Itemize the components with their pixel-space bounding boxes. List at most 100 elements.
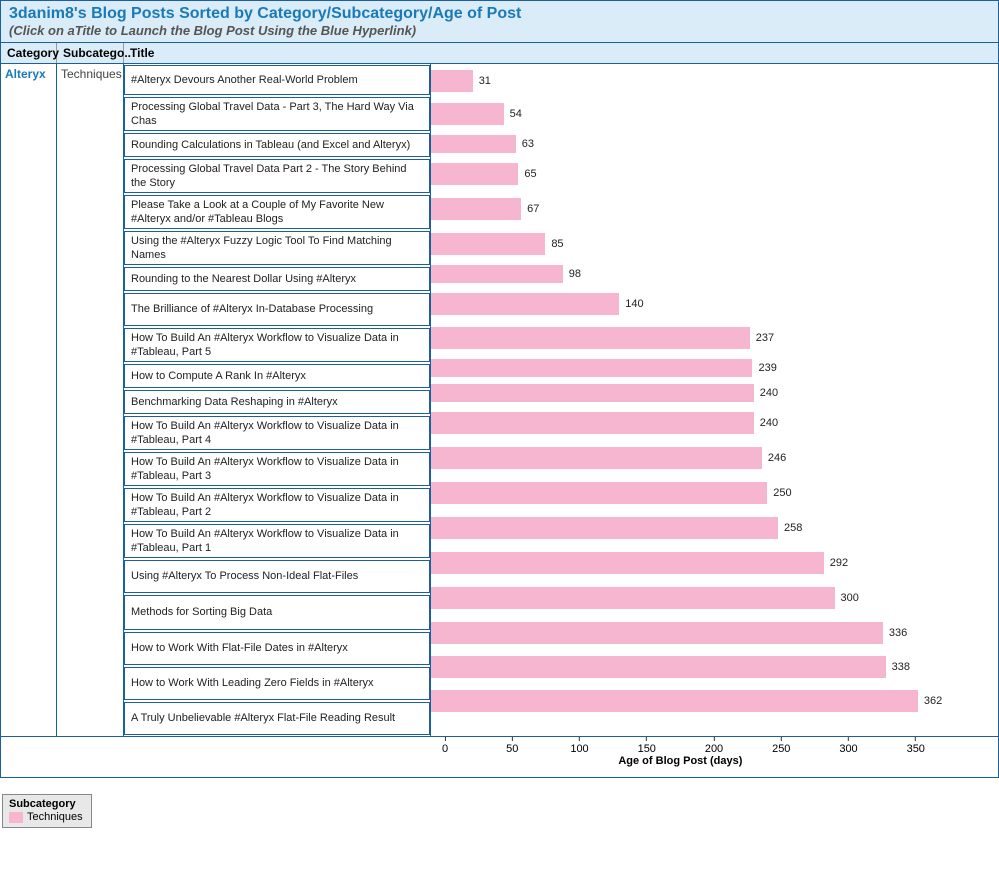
- legend-title: Subcategory: [9, 798, 83, 810]
- bar[interactable]: [431, 384, 754, 402]
- bar[interactable]: [431, 622, 883, 644]
- title-link[interactable]: Please Take a Look at a Couple of My Fav…: [124, 195, 430, 229]
- bar-value-label: 362: [924, 695, 942, 707]
- title-link[interactable]: How to Work With Flat-File Dates in #Alt…: [124, 632, 430, 665]
- title-link[interactable]: Methods for Sorting Big Data: [124, 595, 430, 630]
- bar-value-label: 67: [527, 203, 539, 215]
- title-link[interactable]: How To Build An #Alteryx Workflow to Vis…: [124, 524, 430, 558]
- bar-value-label: 63: [522, 138, 534, 150]
- bar[interactable]: [431, 447, 762, 469]
- bar-row: 240: [431, 381, 998, 405]
- category-cell[interactable]: Alteryx: [1, 64, 57, 736]
- bar-row: 338: [431, 650, 998, 683]
- x-axis-label: Age of Blog Post (days): [580, 755, 780, 767]
- page-title: 3danim8's Blog Posts Sorted by Category/…: [9, 5, 990, 23]
- bar[interactable]: [431, 265, 563, 283]
- bar[interactable]: [431, 233, 545, 255]
- bar-value-label: 237: [756, 332, 774, 344]
- col-header-subcategory[interactable]: Subcatego..: [57, 43, 124, 63]
- bar-value-label: 338: [892, 661, 910, 673]
- bar-row: 31: [431, 66, 998, 96]
- legend-item[interactable]: Techniques: [9, 811, 83, 823]
- bar-value-label: 250: [773, 487, 791, 499]
- bar-value-label: 246: [768, 452, 786, 464]
- title-link[interactable]: How To Build An #Alteryx Workflow to Vis…: [124, 452, 430, 486]
- title-link[interactable]: How To Build An #Alteryx Workflow to Vis…: [124, 416, 430, 450]
- bar-value-label: 239: [758, 362, 776, 374]
- bar[interactable]: [431, 656, 886, 678]
- bar[interactable]: [431, 103, 504, 125]
- title-link[interactable]: Processing Global Travel Data - Part 3, …: [124, 97, 430, 131]
- bar-value-label: 98: [569, 268, 581, 280]
- bar-row: 237: [431, 321, 998, 355]
- bar-value-label: 258: [784, 522, 802, 534]
- bar-value-label: 240: [760, 387, 778, 399]
- bar[interactable]: [431, 552, 824, 574]
- title-link[interactable]: Benchmarking Data Reshaping in #Alteryx: [124, 390, 430, 414]
- title-link[interactable]: The Brilliance of #Alteryx In-Database P…: [124, 293, 430, 326]
- bar[interactable]: [431, 587, 835, 609]
- bar[interactable]: [431, 135, 516, 153]
- bar-row: 246: [431, 441, 998, 475]
- bar-row: 300: [431, 580, 998, 615]
- bar[interactable]: [431, 690, 918, 712]
- bar-row: 140: [431, 287, 998, 320]
- axis-tick: 350: [907, 737, 925, 755]
- bar[interactable]: [431, 163, 518, 185]
- title-link[interactable]: How To Build An #Alteryx Workflow to Vis…: [124, 328, 430, 362]
- bar-value-label: 240: [760, 417, 778, 429]
- legend-box: Subcategory Techniques: [2, 794, 92, 828]
- bar-value-label: 31: [479, 75, 491, 87]
- bar-value-label: 65: [524, 168, 536, 180]
- bar[interactable]: [431, 482, 767, 504]
- chart-plot-area: 31 54 63 65 67 85 98 140 237 239 240 240 246 250 258 29…: [431, 65, 998, 736]
- subcategory-cell[interactable]: Techniques: [57, 64, 124, 736]
- title-link[interactable]: How To Build An #Alteryx Workflow to Vis…: [124, 488, 430, 522]
- column-headers: Category Subcatego.. Title: [1, 43, 998, 64]
- bar[interactable]: [431, 412, 754, 434]
- bar[interactable]: [431, 198, 521, 220]
- bar-value-label: 292: [830, 557, 848, 569]
- bar-value-label: 140: [625, 298, 643, 310]
- x-axis-row: Age of Blog Post (days) 0501001502002503…: [1, 736, 998, 777]
- bar-value-label: 85: [551, 238, 563, 250]
- title-link[interactable]: Processing Global Travel Data Part 2 - T…: [124, 159, 430, 193]
- bar-row: 292: [431, 546, 998, 579]
- page-subtitle: (Click on aTitle to Launch the Blog Post…: [9, 23, 990, 38]
- col-header-title[interactable]: Title: [124, 43, 998, 63]
- title-link[interactable]: A Truly Unbelievable #Alteryx Flat-File …: [124, 702, 430, 735]
- bar[interactable]: [431, 70, 473, 92]
- axis-tick: 50: [506, 737, 518, 755]
- bar-row: 65: [431, 157, 998, 191]
- bar[interactable]: [431, 517, 778, 539]
- bar[interactable]: [431, 293, 619, 315]
- axis-tick: 300: [839, 737, 857, 755]
- bar-value-label: 300: [841, 592, 859, 604]
- col-header-category[interactable]: Category: [1, 43, 57, 63]
- title-link[interactable]: How to Compute A Rank In #Alteryx: [124, 364, 430, 388]
- bar-row: 98: [431, 262, 998, 286]
- bar[interactable]: [431, 359, 752, 377]
- bar-row: 67: [431, 192, 998, 226]
- axis-tick: 150: [638, 737, 656, 755]
- bar-row: 240: [431, 406, 998, 440]
- bar-row: 250: [431, 476, 998, 510]
- title-link[interactable]: Using #Alteryx To Process Non-Ideal Flat…: [124, 560, 430, 593]
- axis-tick: 250: [772, 737, 790, 755]
- header-box: 3danim8's Blog Posts Sorted by Category/…: [1, 1, 998, 43]
- title-link[interactable]: Rounding Calculations in Tableau (and Ex…: [124, 133, 430, 157]
- title-link[interactable]: Rounding to the Nearest Dollar Using #Al…: [124, 267, 430, 291]
- chart-column: 31 54 63 65 67 85 98 140 237 239 240 240 246 250 258 29…: [431, 64, 998, 736]
- bar[interactable]: [431, 327, 750, 349]
- bar-row: 54: [431, 97, 998, 131]
- viz-container: 3danim8's Blog Posts Sorted by Category/…: [0, 0, 999, 778]
- title-link[interactable]: Using the #Alteryx Fuzzy Logic Tool To F…: [124, 231, 430, 265]
- bar-row: 258: [431, 511, 998, 545]
- title-link[interactable]: #Alteryx Devours Another Real-World Prob…: [124, 65, 430, 95]
- title-link[interactable]: How to Work With Leading Zero Fields in …: [124, 667, 430, 700]
- legend-swatch: [9, 812, 23, 823]
- body-row: Alteryx Techniques #Alteryx Devours Anot…: [1, 64, 998, 736]
- bar-row: 85: [431, 227, 998, 261]
- legend-item-label: Techniques: [27, 811, 83, 823]
- bar-value-label: 54: [510, 108, 522, 120]
